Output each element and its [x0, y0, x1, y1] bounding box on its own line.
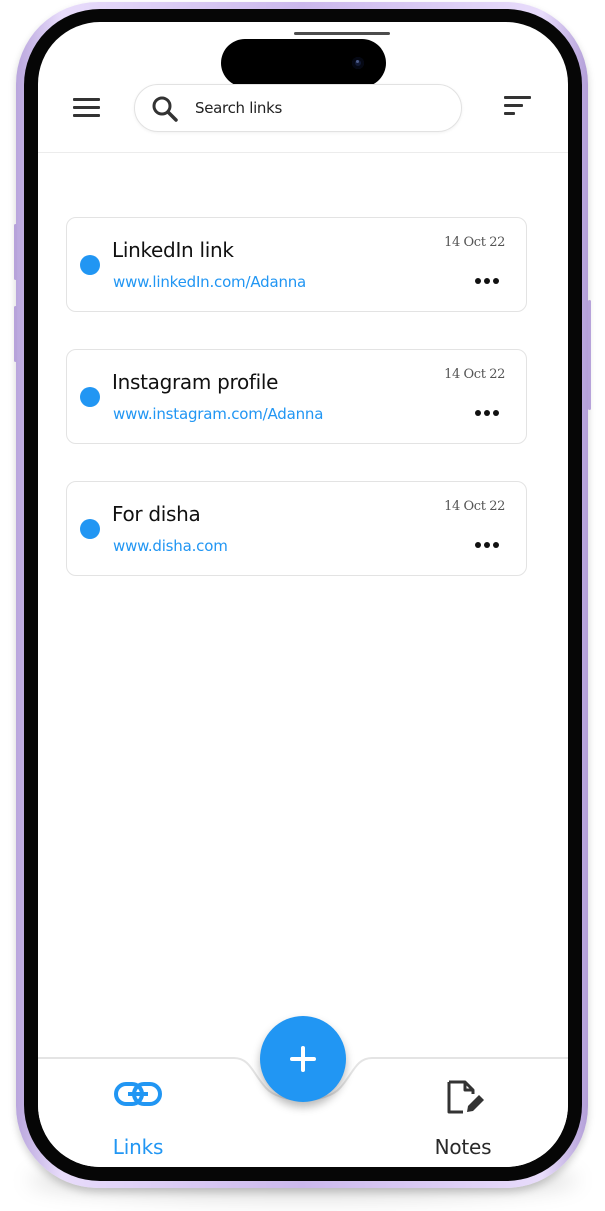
more-horizontal-icon[interactable]: [475, 541, 499, 549]
more-horizontal-icon[interactable]: [475, 409, 499, 417]
nav-links-label: Links: [112, 1135, 164, 1159]
link-title: Instagram profile: [112, 370, 279, 394]
link-url[interactable]: www.disha.com: [113, 537, 228, 555]
app-header: [38, 82, 568, 153]
camera-icon: [352, 57, 364, 69]
side-button: [14, 306, 17, 362]
link-url[interactable]: www.linkedIn.com/Adanna: [113, 273, 306, 291]
nav-notes[interactable]: Notes: [423, 1080, 503, 1160]
hamburger-menu-icon[interactable]: [73, 98, 100, 118]
add-link-button[interactable]: [260, 1016, 346, 1102]
side-button: [588, 300, 591, 410]
status-dot: [80, 255, 100, 275]
more-horizontal-icon[interactable]: [475, 277, 499, 285]
status-dot: [80, 387, 100, 407]
app-screen: LinkedIn link www.linkedIn.com/Adanna 14…: [38, 22, 568, 1167]
link-card[interactable]: LinkedIn link www.linkedIn.com/Adanna 14…: [66, 217, 527, 312]
nav-links[interactable]: Links: [98, 1080, 178, 1160]
status-dot: [80, 519, 100, 539]
search-input[interactable]: [195, 95, 435, 121]
edit-note-icon: [447, 1080, 484, 1114]
link-title: LinkedIn link: [112, 238, 234, 262]
nav-notes-label: Notes: [434, 1135, 492, 1159]
link-url[interactable]: www.instagram.com/Adanna: [113, 405, 323, 423]
search-bar[interactable]: [134, 84, 462, 132]
search-icon: [152, 96, 178, 122]
link-card[interactable]: Instagram profile www.instagram.com/Adan…: [66, 349, 527, 444]
link-date: 14 Oct 22: [444, 235, 505, 250]
link-title: For disha: [112, 502, 201, 526]
link-date: 14 Oct 22: [444, 367, 505, 382]
sort-filter-icon[interactable]: [504, 96, 532, 118]
speaker-grille: [294, 32, 390, 35]
link-card[interactable]: For disha www.disha.com 14 Oct 22: [66, 481, 527, 576]
dynamic-island: [221, 39, 386, 87]
link-icon: [114, 1082, 162, 1106]
link-date: 14 Oct 22: [444, 499, 505, 514]
side-button: [14, 224, 17, 280]
